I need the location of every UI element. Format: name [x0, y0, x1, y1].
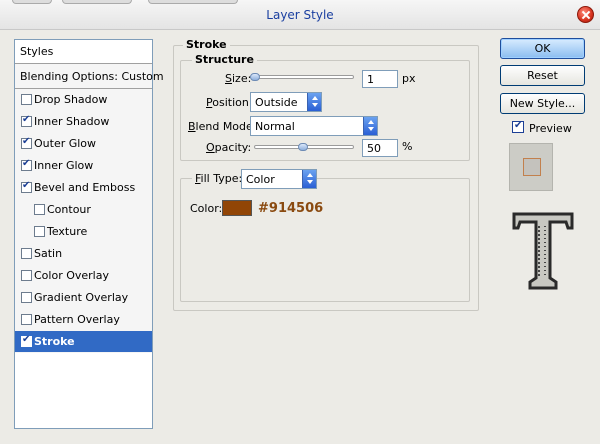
size-unit: px — [402, 72, 416, 85]
color-label: Color: — [190, 202, 223, 215]
style-checkbox[interactable] — [21, 334, 32, 347]
color-hex-label: #914506 — [258, 201, 324, 216]
style-item-label: Color Overlay — [34, 269, 109, 282]
size-label: Size: — [225, 72, 252, 85]
title-bar: Layer Style — [0, 0, 600, 30]
style-item-inner-shadow[interactable]: Inner Shadow — [15, 111, 152, 133]
close-icon[interactable] — [577, 6, 594, 23]
style-item-bevel-and-emboss[interactable]: Bevel and Emboss — [15, 177, 152, 199]
chevron-down-icon — [302, 170, 316, 188]
style-checkbox[interactable] — [21, 136, 32, 149]
opacity-label-rest: pacity: — [214, 141, 252, 154]
style-checkbox[interactable] — [21, 314, 32, 325]
stroke-title: Stroke — [183, 38, 230, 51]
style-item-label: Drop Shadow — [34, 93, 108, 106]
style-item-outer-glow[interactable]: Outer Glow — [15, 133, 152, 155]
color-swatch[interactable] — [222, 200, 252, 216]
style-checkbox[interactable] — [34, 226, 45, 237]
style-item-label: Stroke — [34, 335, 75, 348]
style-item-label: Inner Shadow — [34, 115, 110, 128]
style-item-label: Gradient Overlay — [34, 291, 129, 304]
style-item-texture[interactable]: Texture — [15, 221, 152, 243]
style-item-satin[interactable]: Satin — [15, 243, 152, 265]
style-checkbox[interactable] — [21, 158, 32, 171]
blend-mode-value: Normal — [255, 120, 295, 133]
style-item-label: Inner Glow — [34, 159, 94, 172]
size-slider-thumb[interactable] — [250, 73, 260, 81]
style-item-label: Texture — [47, 225, 88, 238]
position-select[interactable]: Outside — [250, 92, 322, 112]
structure-title: Structure — [192, 53, 257, 66]
style-item-label: Outer Glow — [34, 137, 97, 150]
style-checkbox[interactable] — [21, 292, 32, 303]
blend-mode-label-rest: lend Mode: — [195, 120, 257, 133]
style-checkbox[interactable] — [21, 94, 32, 105]
new-style-button[interactable]: New Style... — [500, 93, 585, 114]
style-item-label: Contour — [47, 203, 91, 216]
position-value: Outside — [255, 96, 298, 109]
style-item-pattern-overlay[interactable]: Pattern Overlay — [15, 309, 152, 331]
preview-checkbox[interactable] — [512, 120, 524, 133]
size-label-rest: ize: — [231, 72, 252, 85]
top-tabs — [0, 0, 260, 4]
fill-type-value: Color — [246, 173, 275, 186]
style-checkbox[interactable] — [21, 180, 32, 193]
fill-type-label: Fill Type: — [192, 172, 246, 185]
blend-mode-select[interactable]: Normal — [250, 116, 378, 136]
opacity-input[interactable]: 50 — [362, 139, 398, 157]
styles-header[interactable]: Styles — [15, 40, 152, 64]
style-checkbox[interactable] — [34, 204, 45, 215]
opacity-slider-thumb[interactable] — [298, 143, 308, 151]
size-slider[interactable] — [252, 75, 354, 79]
style-item-drop-shadow[interactable]: Drop Shadow — [15, 89, 152, 111]
style-item-gradient-overlay[interactable]: Gradient Overlay — [15, 287, 152, 309]
ok-button[interactable]: OK — [500, 38, 585, 59]
style-item-color-overlay[interactable]: Color Overlay — [15, 265, 152, 287]
fill-type-select[interactable]: Color — [241, 169, 317, 189]
style-item-contour[interactable]: Contour — [15, 199, 152, 221]
fill-group — [180, 178, 470, 302]
preview-inner-square — [523, 158, 541, 176]
text-layer-preview-icon — [512, 212, 574, 290]
reset-button[interactable]: Reset — [500, 65, 585, 86]
blend-mode-label: Blend Mode: — [188, 120, 257, 133]
blending-options-item[interactable]: Blending Options: Custom — [15, 64, 164, 89]
position-label-rest: osition: — [212, 96, 253, 109]
position-label: Position: — [206, 96, 253, 109]
styles-list: Styles Blending Options: Custom Drop Sha… — [14, 39, 164, 429]
style-item-label: Bevel and Emboss — [34, 181, 136, 194]
opacity-unit: % — [402, 140, 413, 153]
style-item-label: Satin — [34, 247, 63, 260]
window-title: Layer Style — [266, 8, 334, 22]
chevron-down-icon — [307, 93, 321, 111]
opacity-label: Opacity: — [206, 141, 252, 154]
style-preview-swatch — [509, 143, 553, 191]
style-checkbox[interactable] — [21, 270, 32, 281]
chevron-down-icon — [363, 117, 377, 135]
fill-type-label-rest: ill Type: — [200, 172, 243, 185]
size-input[interactable]: 1 — [362, 70, 398, 88]
style-item-inner-glow[interactable]: Inner Glow — [15, 155, 152, 177]
style-checkbox[interactable] — [21, 248, 32, 259]
style-checkbox[interactable] — [21, 114, 32, 127]
style-item-stroke[interactable]: Stroke — [15, 331, 152, 353]
preview-label: Preview — [529, 122, 572, 135]
style-item-label: Pattern Overlay — [34, 313, 120, 326]
